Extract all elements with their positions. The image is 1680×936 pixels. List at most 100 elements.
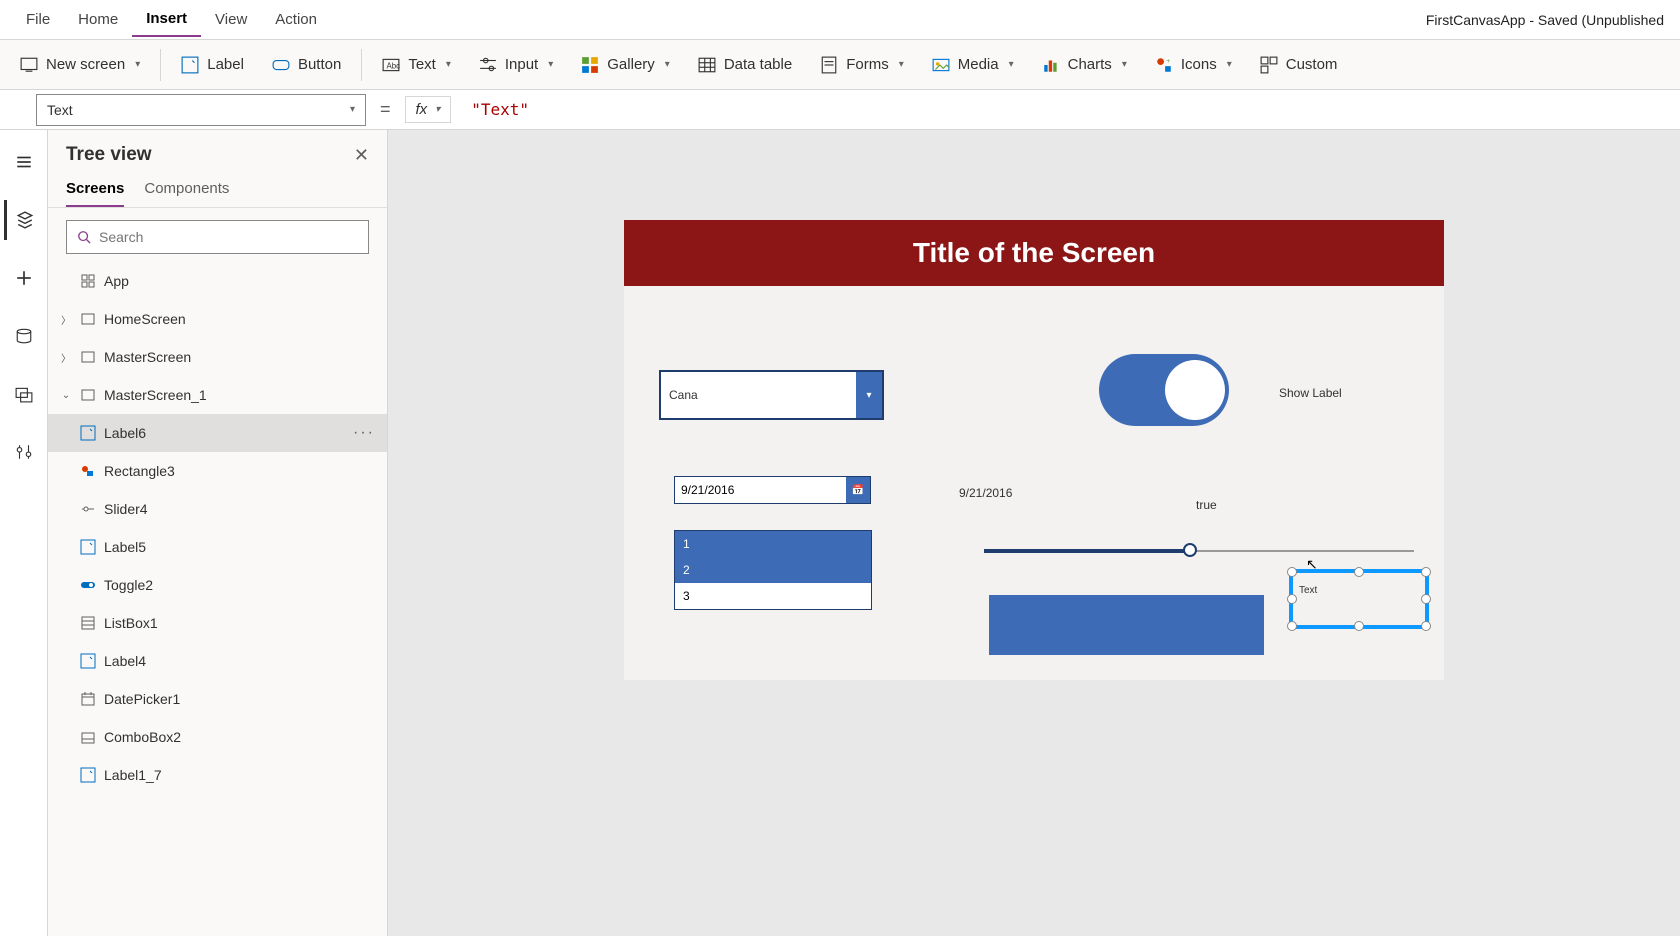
forms-icon <box>820 56 838 74</box>
combobox-control[interactable]: Cana ▾ <box>659 370 884 420</box>
label-icon <box>78 767 98 783</box>
button-button[interactable]: Button <box>260 50 353 80</box>
rectangle-control[interactable] <box>989 595 1264 655</box>
list-item[interactable]: 1 <box>675 531 871 557</box>
custom-icon <box>1260 56 1278 74</box>
node-combobox2[interactable]: ComboBox2 <box>48 718 387 756</box>
icons-icon: + <box>1155 56 1173 74</box>
rail-data[interactable] <box>4 316 44 356</box>
node-masterscreen[interactable]: 〉MasterScreen <box>48 338 387 376</box>
slider-icon <box>78 501 98 517</box>
svg-text:+: + <box>1166 57 1170 64</box>
icons-button[interactable]: + Icons▾ <box>1143 50 1244 80</box>
tree-title: Tree view <box>66 144 152 166</box>
more-icon[interactable]: ··· <box>353 424 375 442</box>
rail-hamburger[interactable] <box>4 142 44 182</box>
list-item[interactable]: 2 <box>675 557 871 583</box>
node-app[interactable]: App <box>48 262 387 300</box>
node-slider4[interactable]: Slider4 <box>48 490 387 528</box>
date-label: 9/21/2016 <box>959 486 1012 500</box>
label-icon <box>181 56 199 74</box>
tab-screens[interactable]: Screens <box>66 172 124 207</box>
data-table-button[interactable]: Data table <box>686 50 804 80</box>
gallery-button[interactable]: Gallery▾ <box>569 50 682 80</box>
combobox-icon <box>78 729 98 745</box>
label-icon <box>78 425 98 441</box>
search-input[interactable] <box>99 229 358 245</box>
input-icon <box>479 56 497 74</box>
forms-button[interactable]: Forms▾ <box>808 50 916 80</box>
rail-insert[interactable] <box>4 258 44 298</box>
slider-control[interactable] <box>984 550 1414 552</box>
listbox-icon <box>78 615 98 631</box>
datepicker-control[interactable]: 9/21/2016 📅 <box>674 476 871 504</box>
node-label1-7[interactable]: Label1_7 <box>48 756 387 794</box>
new-screen-button[interactable]: New screen▾ <box>8 50 152 80</box>
property-dropdown[interactable]: Text▾ <box>36 94 366 126</box>
table-icon <box>698 56 716 74</box>
tab-components[interactable]: Components <box>144 172 229 207</box>
screen-icon <box>78 311 98 327</box>
show-label-text: Show Label <box>1279 386 1342 400</box>
menu-action[interactable]: Action <box>261 3 331 36</box>
node-label5[interactable]: Label5 <box>48 528 387 566</box>
text-icon: Abc <box>382 56 400 74</box>
screen-icon <box>20 56 38 74</box>
tree-view-panel: Tree view ✕ Screens Components App 〉Home… <box>48 130 388 936</box>
node-label4[interactable]: Label4 <box>48 642 387 680</box>
tree-search[interactable] <box>66 220 369 254</box>
chevron-down-icon[interactable]: ▾ <box>856 372 882 418</box>
screen-title: Title of the Screen <box>624 220 1444 286</box>
fx-button[interactable]: fx▾ <box>405 96 452 123</box>
ribbon: New screen▾ Label Button Abc Text▾ Input… <box>0 40 1680 90</box>
rail-media[interactable] <box>4 374 44 414</box>
node-toggle2[interactable]: Toggle2 <box>48 566 387 604</box>
app-icon <box>78 273 98 289</box>
label-icon <box>78 653 98 669</box>
calendar-icon <box>78 691 98 707</box>
node-masterscreen1[interactable]: ⌄MasterScreen_1 <box>48 376 387 414</box>
label-button[interactable]: Label <box>169 50 256 80</box>
media-button[interactable]: Media▾ <box>920 50 1026 80</box>
calendar-icon[interactable]: 📅 <box>846 477 870 503</box>
node-rectangle3[interactable]: Rectangle3 <box>48 452 387 490</box>
list-item[interactable]: 3 <box>675 583 871 609</box>
media-icon <box>932 56 950 74</box>
charts-button[interactable]: Charts▾ <box>1030 50 1139 80</box>
node-homescreen[interactable]: 〉HomeScreen <box>48 300 387 338</box>
left-rail <box>0 130 48 936</box>
menu-view[interactable]: View <box>201 3 261 36</box>
custom-button[interactable]: Custom <box>1248 50 1350 80</box>
toggle-control[interactable] <box>1099 354 1229 426</box>
text-button[interactable]: Abc Text▾ <box>370 50 463 80</box>
formula-input[interactable]: "Text" <box>459 100 1672 119</box>
node-listbox1[interactable]: ListBox1 <box>48 604 387 642</box>
node-label6[interactable]: Label6··· <box>48 414 387 452</box>
screen-icon <box>78 387 98 403</box>
svg-text:Abc: Abc <box>387 61 401 70</box>
button-icon <box>272 56 290 74</box>
canvas-area: Title of the Screen Cana ▾ Show Label 9/… <box>388 130 1680 936</box>
toggle-icon <box>78 577 98 593</box>
close-icon[interactable]: ✕ <box>354 145 369 166</box>
charts-icon <box>1042 56 1060 74</box>
app-title: FirstCanvasApp - Saved (Unpublished <box>1426 12 1668 28</box>
rail-tree[interactable] <box>4 200 44 240</box>
input-button[interactable]: Input▾ <box>467 50 565 80</box>
design-canvas[interactable]: Title of the Screen Cana ▾ Show Label 9/… <box>624 220 1444 680</box>
listbox-control[interactable]: 1 2 3 <box>674 530 872 610</box>
menu-bar: File Home Insert View Action FirstCanvas… <box>0 0 1680 40</box>
rail-advanced[interactable] <box>4 432 44 472</box>
menu-file[interactable]: File <box>12 3 64 36</box>
menu-home[interactable]: Home <box>64 3 132 36</box>
shape-icon <box>78 463 98 479</box>
node-datepicker1[interactable]: DatePicker1 <box>48 680 387 718</box>
selected-label-control[interactable]: Text <box>1289 569 1429 629</box>
true-label: true <box>1196 498 1217 512</box>
menu-insert[interactable]: Insert <box>132 2 201 37</box>
screen-icon <box>78 349 98 365</box>
gallery-icon <box>581 56 599 74</box>
equals-sign: = <box>374 99 397 120</box>
formula-bar: Text▾ = fx▾ "Text" <box>0 90 1680 130</box>
label-icon <box>78 539 98 555</box>
